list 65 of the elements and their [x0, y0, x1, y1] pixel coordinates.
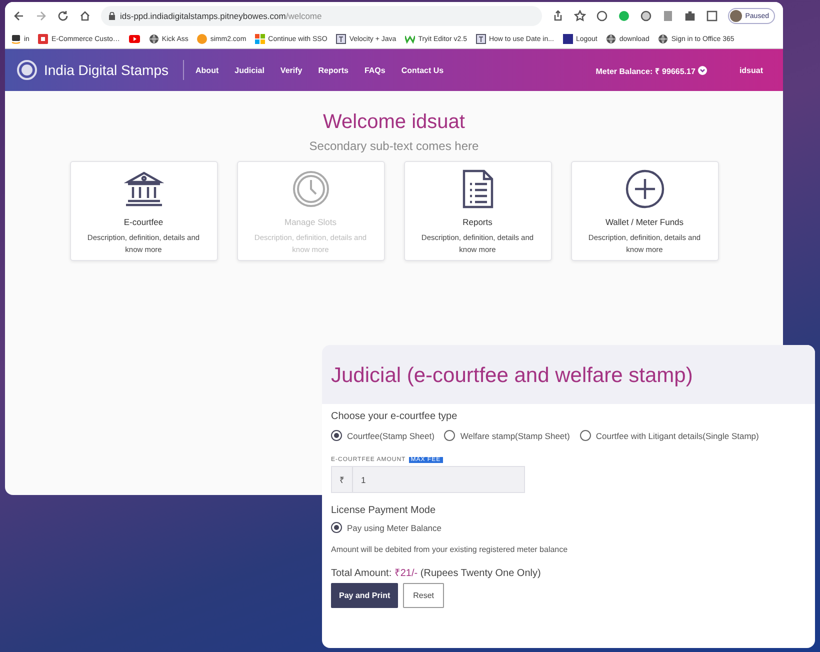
logo-icon: [17, 60, 37, 80]
meter-balance: Meter Balance: ₹ 99665.17: [596, 66, 696, 76]
back-icon[interactable]: [13, 10, 25, 22]
puzzle-icon[interactable]: [684, 10, 696, 22]
bookmark-icon: [38, 34, 48, 44]
grid-icon: [255, 34, 266, 44]
globe-icon: [658, 34, 668, 44]
card-title: Manage Slots: [284, 217, 336, 227]
radio-button[interactable]: [580, 430, 591, 441]
panel-title: Judicial (e-courtfee and welfare stamp): [322, 345, 815, 404]
address-bar[interactable]: ids-ppd.indiadigitalstamps.pitneybowes.com/welcome: [101, 6, 542, 26]
payment-mode-label: License Payment Mode: [331, 505, 437, 516]
bookmark-icon: [562, 34, 573, 44]
plus-icon: [624, 169, 664, 209]
welcome-title: Welcome idsuat: [323, 111, 465, 134]
bookmark-icon: [405, 34, 416, 44]
reset-button[interactable]: Reset: [403, 583, 444, 608]
welcome-subtitle: Secondary sub-text comes here: [309, 139, 479, 153]
document-icon: [336, 34, 346, 44]
radio-option[interactable]: Courtfee(Stamp Sheet): [331, 430, 434, 441]
home-icon[interactable]: [79, 10, 91, 22]
card-title: Reports: [462, 217, 492, 227]
video-icon: [128, 35, 140, 43]
radio-option[interactable]: Welfare stamp(Stamp Sheet): [444, 430, 570, 441]
lock-icon: [109, 12, 115, 20]
total-label: Total Amount:: [331, 568, 392, 579]
bookmark-icon: [11, 34, 21, 44]
extension-icon[interactable]: [640, 10, 652, 22]
user-menu[interactable]: idsuat: [739, 66, 763, 74]
card-title: E-courtfee: [124, 217, 164, 227]
bookmark[interactable]: [128, 35, 140, 43]
nav-link[interactable]: Judicial: [234, 66, 264, 74]
nav-link[interactable]: FAQs: [364, 66, 386, 74]
clock-icon: [290, 170, 330, 208]
bookmark-icon: [197, 34, 208, 44]
extension-icon[interactable]: [596, 10, 608, 22]
globe-icon: [148, 34, 159, 44]
radio-button[interactable]: [331, 430, 342, 441]
total-value: ₹21/-: [394, 568, 418, 579]
sidebar-icon[interactable]: [706, 10, 718, 22]
share-icon[interactable]: [552, 10, 564, 22]
card-title: Wallet / Meter Funds: [605, 217, 684, 227]
document-icon: [460, 169, 494, 209]
pay-button[interactable]: Pay and Print: [331, 583, 398, 608]
radio-button[interactable]: [444, 430, 456, 441]
nav-link[interactable]: Verify: [280, 66, 302, 74]
question-label: Choose your e-courtfee type: [331, 411, 458, 422]
globe-icon: [606, 34, 616, 44]
brand-name: India Digital Stamps: [44, 62, 169, 78]
amount-value: 1: [360, 474, 366, 486]
star-icon[interactable]: [574, 10, 586, 22]
document-icon: [476, 34, 486, 44]
total-in-words: (Rupees Twenty One Only): [420, 568, 541, 579]
radio-option[interactable]: Courtfee with Litigant details(Single Stamp): [580, 430, 759, 441]
nav-link[interactable]: Contact Us: [401, 66, 444, 74]
nav-link[interactable]: Reports: [318, 66, 348, 74]
amount-field[interactable]: ₹ 1: [331, 466, 525, 493]
currency-prefix: ₹: [332, 467, 353, 492]
dropdown-icon[interactable]: [698, 66, 708, 74]
radio-option[interactable]: Pay using Meter Balance: [331, 522, 806, 533]
bank-icon: [124, 170, 164, 208]
reload-icon[interactable]: [57, 10, 69, 22]
radio-button[interactable]: [331, 522, 342, 533]
nav-link[interactable]: About: [196, 66, 219, 74]
payment-note: Amount will be debited from your existing registered meter balance: [331, 545, 569, 554]
